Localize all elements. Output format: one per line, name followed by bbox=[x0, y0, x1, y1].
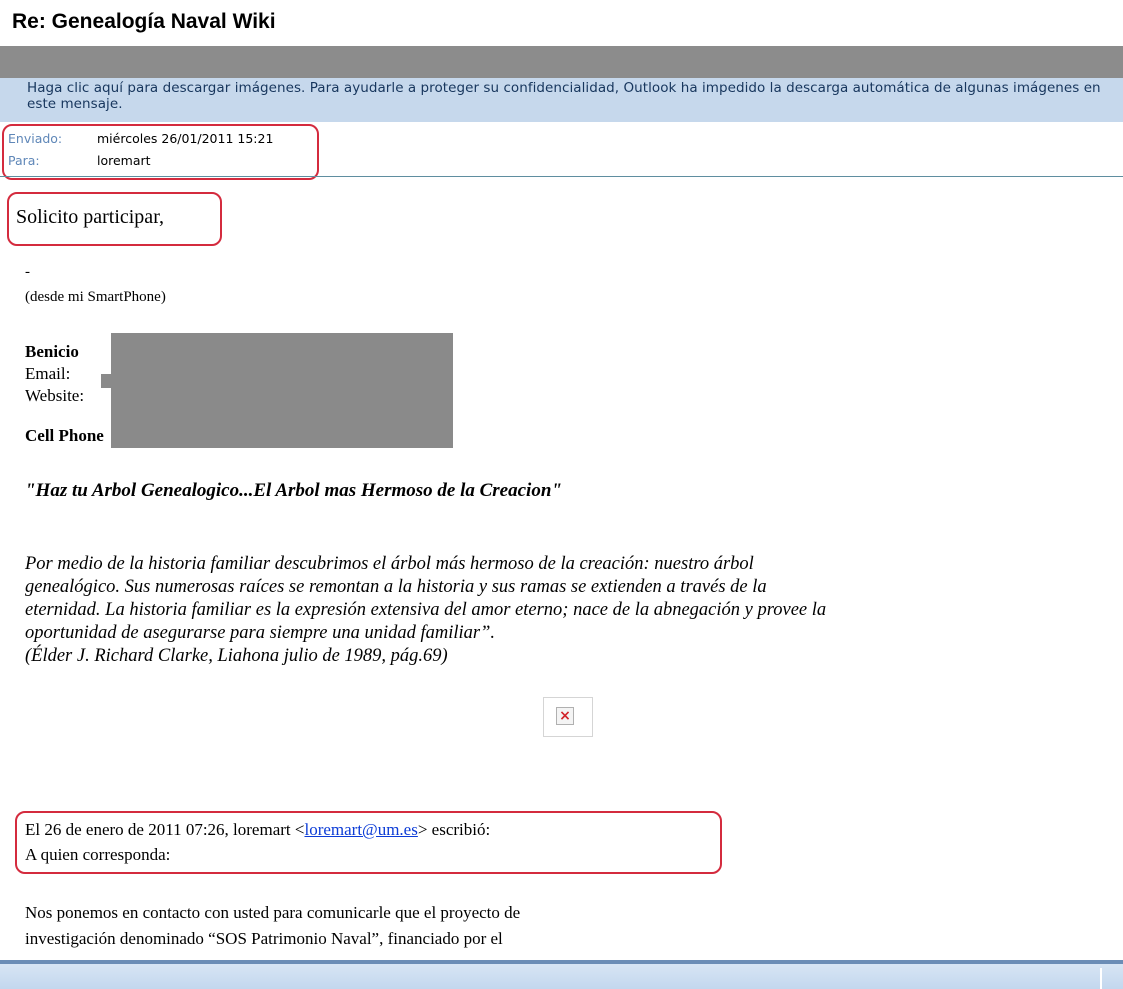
email-redaction-fragment bbox=[101, 374, 113, 388]
signature-website-label: Website: bbox=[25, 386, 85, 405]
signature-dash: - bbox=[25, 264, 30, 280]
quoted-body-line: Nos ponemos en contacto con usted para c… bbox=[25, 903, 521, 922]
header-highlight-box bbox=[2, 124, 319, 180]
quote-title: "Haz tu Arbol Genealogico...El Arbol mas… bbox=[25, 480, 562, 501]
quote-line: eternidad. La historia familiar es la ex… bbox=[25, 600, 827, 620]
header-divider bbox=[0, 176, 1123, 177]
quoted-highlight-box bbox=[15, 811, 722, 874]
quote-citation: (Élder J. Richard Clarke, Liahona julio … bbox=[25, 646, 448, 666]
signature-redaction bbox=[111, 333, 453, 448]
signature-email-label: Email: bbox=[25, 364, 71, 383]
blocked-image-placeholder[interactable]: × bbox=[543, 697, 593, 737]
signature-cell-label: Cell Phone bbox=[25, 426, 104, 445]
bottom-status-bar bbox=[0, 960, 1123, 989]
quote-line: Por medio de la historia familiar descub… bbox=[25, 554, 754, 574]
message-subject-title: Re: Genealogía Naval Wiki bbox=[12, 10, 276, 33]
quote-body: Por medio de la historia familiar descub… bbox=[25, 553, 1115, 668]
quoted-body-line: investigación denominado “SOS Patrimonio… bbox=[25, 929, 503, 948]
device-note: (desde mi SmartPhone) bbox=[25, 289, 166, 305]
broken-image-x-icon: × bbox=[556, 707, 574, 725]
quote-line: oportunidad de asegurarse para siempre u… bbox=[25, 623, 496, 643]
greeting-highlight-box bbox=[7, 192, 222, 246]
signature-name: Benicio bbox=[25, 342, 79, 361]
quote-line: genealógico. Sus numerosas raíces se rem… bbox=[25, 577, 767, 597]
image-blocked-infobar-text[interactable]: Haga clic aquí para descargar imágenes. … bbox=[27, 80, 1117, 112]
status-bar-divider bbox=[1100, 968, 1102, 989]
toolbar-band bbox=[0, 46, 1123, 78]
